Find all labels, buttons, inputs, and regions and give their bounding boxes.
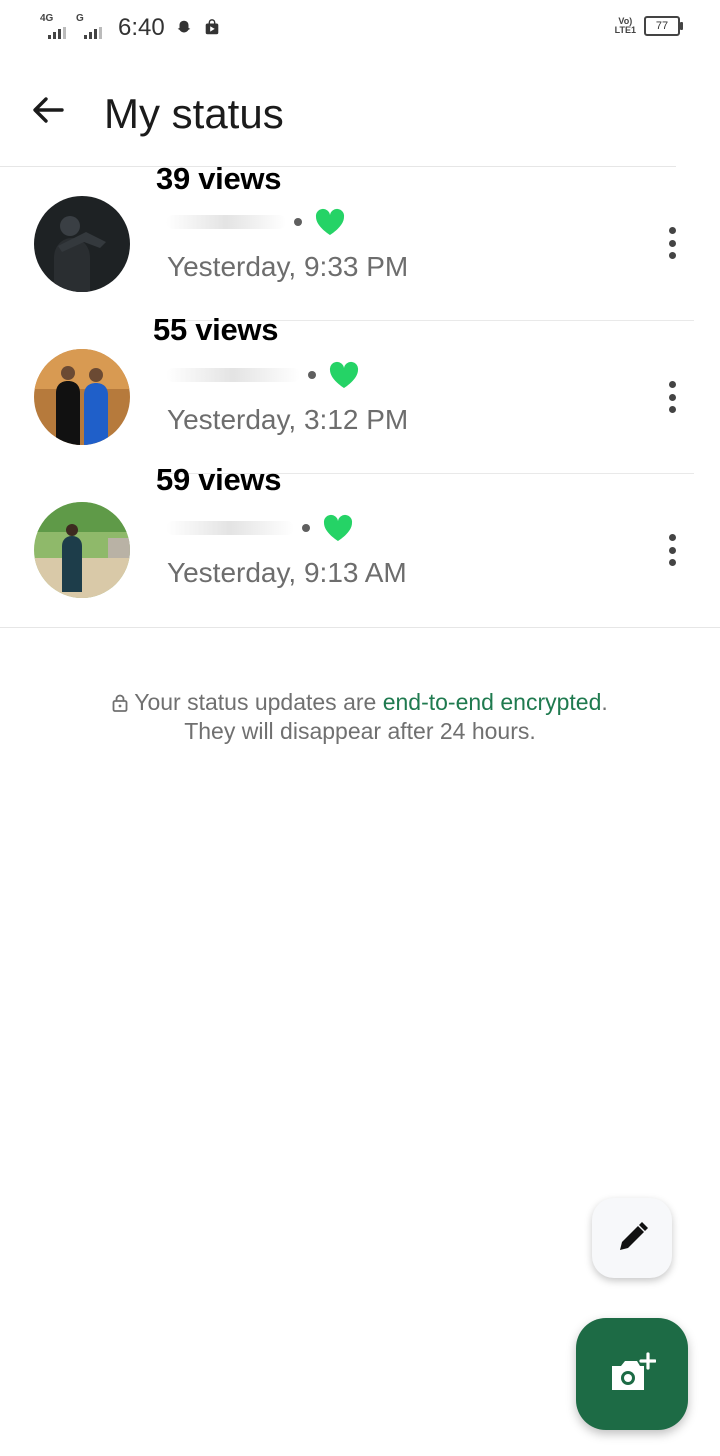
pencil-icon	[620, 1222, 648, 1250]
more-options-icon[interactable]	[660, 530, 684, 570]
more-options-icon[interactable]	[660, 377, 684, 417]
add-camera-icon	[612, 1352, 656, 1390]
status-time-label: Yesterday, 9:13 AM	[167, 557, 407, 588]
status-time-label: Yesterday, 9:33 PM	[167, 251, 409, 282]
blurred-name	[166, 215, 286, 229]
avatar[interactable]	[34, 502, 130, 598]
signal-4g-icon: 4G	[40, 13, 66, 39]
back-arrow-icon[interactable]	[26, 88, 70, 132]
list-divider	[0, 627, 720, 628]
separator-dot	[308, 371, 316, 379]
status-meta	[166, 360, 360, 390]
views-count[interactable]: 55 views	[153, 312, 278, 348]
signal-g-icon: G	[76, 13, 102, 39]
status-meta	[166, 513, 354, 543]
play-store-icon	[205, 19, 219, 35]
app-bar: My status	[0, 68, 720, 163]
notice-line2: They will disappear after 24 hours.	[184, 718, 536, 744]
status-time: 6:40	[118, 14, 165, 41]
avatar[interactable]	[34, 349, 130, 445]
text-status-button[interactable]	[592, 1198, 672, 1278]
status-bar: 4G G 6:40 Vo) LTE1 77	[0, 0, 720, 60]
separator-dot	[302, 524, 310, 532]
encryption-link[interactable]: end-to-end encrypted	[383, 689, 602, 715]
status-row[interactable]: 39 views Yesterday, 9:33 PM	[0, 161, 720, 321]
heart-icon	[329, 361, 359, 388]
battery-icon: 77	[644, 16, 683, 36]
views-count[interactable]: 39 views	[156, 161, 281, 197]
status-row[interactable]: 59 views Yesterday, 9:13 AM	[0, 462, 720, 625]
more-options-icon[interactable]	[660, 223, 684, 263]
camera-status-button[interactable]	[576, 1318, 688, 1430]
status-time-label: Yesterday, 3:12 PM	[167, 404, 409, 435]
status-meta	[166, 207, 346, 237]
blurred-name	[166, 368, 300, 382]
heart-icon	[315, 208, 345, 235]
page-title: My status	[104, 90, 284, 137]
volte-icon: Vo) LTE1	[614, 16, 636, 35]
views-count[interactable]: 59 views	[156, 462, 281, 498]
separator-dot	[294, 218, 302, 226]
avatar[interactable]	[34, 196, 130, 292]
snapchat-icon	[177, 20, 191, 33]
encryption-notice: Your status updates are end-to-end encry…	[0, 688, 720, 746]
blurred-name	[166, 521, 294, 535]
status-row[interactable]: 55 views Yesterday, 3:12 PM	[0, 312, 720, 474]
heart-icon	[323, 514, 353, 541]
lock-icon	[112, 694, 128, 712]
